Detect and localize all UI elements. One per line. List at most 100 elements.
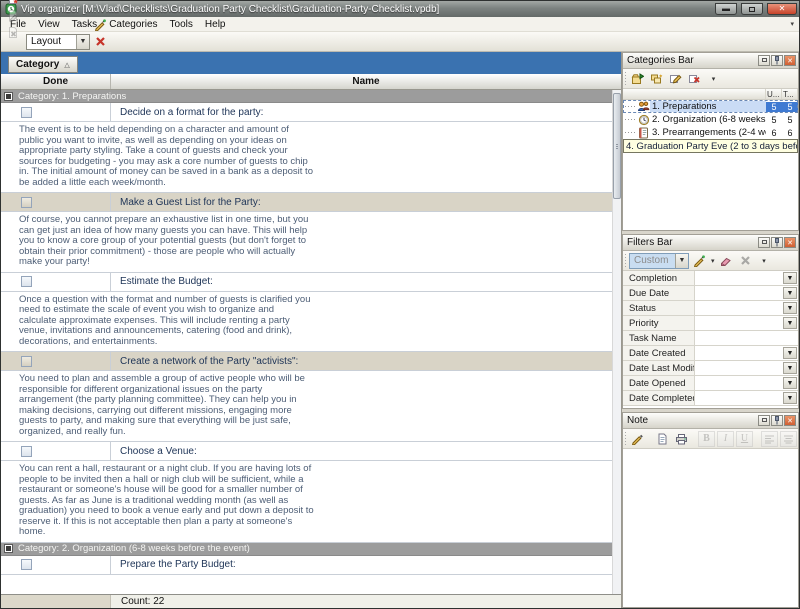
task-row[interactable]: Choose a Venue: [1, 442, 621, 461]
categories-close-icon[interactable]: ✕ [784, 55, 796, 66]
category-label: 2. Organization (6-8 weeks before the [650, 114, 766, 125]
filter-value-field[interactable] [695, 391, 782, 405]
filters-float-button[interactable] [758, 237, 770, 248]
filter-dropdown-button[interactable]: ▼ [783, 272, 797, 284]
done-checkbox[interactable] [21, 107, 32, 118]
note-close-icon[interactable]: ✕ [784, 415, 796, 426]
layout-combo[interactable]: Layout ▼ [26, 34, 90, 50]
filter-value-field[interactable] [695, 316, 782, 330]
categories-total-column[interactable]: T... [782, 89, 798, 99]
edit-layout-button[interactable] [91, 16, 109, 33]
italic-button[interactable]: I [717, 431, 734, 447]
categories-undone-column[interactable]: U... [766, 89, 782, 99]
edit-category-button[interactable] [667, 71, 684, 87]
collapse-icon[interactable] [4, 92, 13, 101]
filter-label: Task Name [623, 331, 695, 345]
filter-dropdown-button[interactable]: ▼ [783, 317, 797, 329]
apply-filter-button[interactable] [691, 253, 708, 269]
filter-dropdown-button[interactable]: ▼ [783, 287, 797, 299]
filter-value-field[interactable] [695, 271, 782, 285]
minimize-button[interactable]: ▬ [715, 3, 737, 15]
category-item[interactable]: 1. Preparations55 [623, 100, 798, 113]
menu-tools[interactable]: Tools [164, 17, 199, 31]
filter-value-field[interactable] [695, 346, 782, 360]
clear-filter-button[interactable] [718, 253, 735, 269]
bold-button[interactable]: B [698, 431, 715, 447]
filter-preset-arrow-icon[interactable]: ▼ [675, 254, 688, 268]
pencil-icon [631, 432, 644, 445]
done-checkbox[interactable] [21, 356, 32, 367]
edit-task-button[interactable] [4, 7, 22, 24]
filter-dropdown-button[interactable]: ▼ [783, 347, 797, 359]
delete-filter-button[interactable] [737, 253, 754, 269]
filters-overflow-button[interactable]: ▾ [756, 253, 773, 269]
filters-close-icon[interactable]: ✕ [784, 237, 796, 248]
filter-value-field[interactable] [695, 286, 782, 300]
group-row[interactable]: Category: 2. Organization (6-8 weeks bef… [1, 543, 621, 556]
new-subcategory-button[interactable] [648, 71, 665, 87]
note-pin-icon[interactable] [771, 415, 783, 426]
delete-layout-button[interactable] [91, 33, 109, 50]
column-header-name[interactable]: Name [111, 74, 621, 89]
filter-row: Date Created▼ [623, 346, 798, 361]
filter-dropdown-button[interactable]: ▼ [783, 377, 797, 389]
close-button[interactable]: ✕ [767, 3, 797, 15]
categories-overflow-button[interactable]: ▾ [705, 71, 722, 87]
group-row[interactable]: Category: 1. Preparations [1, 90, 621, 103]
task-name: Choose a Venue: [111, 442, 621, 460]
note-editor[interactable] [623, 449, 798, 607]
filter-value-field[interactable] [695, 331, 798, 345]
group-by-field[interactable]: Category △ [8, 56, 78, 73]
new-note-button[interactable] [654, 431, 671, 447]
menu-help[interactable]: Help [199, 17, 232, 31]
categories-name-column[interactable] [623, 89, 766, 99]
column-header-done[interactable]: Done [1, 74, 111, 89]
align-left-icon [764, 434, 775, 444]
scrollbar-thumb[interactable] [613, 93, 621, 199]
filters-bar-title: Filters Bar [627, 237, 757, 248]
layout-combo-arrow-icon[interactable]: ▼ [76, 35, 89, 49]
filter-preset-combo[interactable]: Custom ▼ [629, 253, 689, 269]
task-row[interactable]: Create a network of the Party "activists… [1, 352, 621, 371]
categories-float-button[interactable] [758, 55, 770, 66]
done-checkbox[interactable] [21, 276, 32, 287]
align-center-icon [783, 434, 794, 444]
category-undone-count: 6 [766, 128, 782, 138]
filter-value-field[interactable] [695, 376, 782, 390]
category-item[interactable]: 3. Prearrangements (2-4 weeks before66 [623, 126, 798, 139]
delete-task-button[interactable] [4, 24, 22, 41]
filter-dropdown-button[interactable]: ▼ [783, 302, 797, 314]
collapse-icon[interactable] [4, 544, 13, 553]
print-note-button[interactable] [673, 431, 690, 447]
maximize-button[interactable] [741, 3, 763, 15]
apply-filter-dropdown-icon[interactable]: ▾ [710, 257, 716, 265]
task-row[interactable]: Make a Guest List for the Party: [1, 193, 621, 212]
delete-category-button[interactable] [686, 71, 703, 87]
new-category-button[interactable] [629, 71, 646, 87]
task-row[interactable]: Estimate the Budget: [1, 273, 621, 292]
task-row[interactable]: Decide on a format for the party: [1, 103, 621, 122]
align-left-button[interactable] [761, 431, 778, 447]
filters-pin-icon[interactable] [771, 237, 783, 248]
menu-overflow-icon[interactable]: ▾ [790, 20, 799, 28]
filter-value-field[interactable] [695, 301, 782, 315]
filter-dropdown-button[interactable]: ▼ [783, 392, 797, 404]
delete-x-icon [95, 36, 106, 47]
filter-value-field[interactable] [695, 361, 782, 375]
categories-pin-icon[interactable] [771, 55, 783, 66]
done-checkbox[interactable] [21, 197, 32, 208]
menu-categories[interactable]: Categories [103, 17, 163, 31]
task-row[interactable]: Prepare the Party Budget: [1, 556, 621, 575]
underline-button[interactable]: U [736, 431, 753, 447]
category-item[interactable]: 2. Organization (6-8 weeks before the55 [623, 113, 798, 126]
vertical-scrollbar[interactable] [612, 90, 621, 594]
list-footer: Count: 22 [1, 594, 621, 608]
done-checkbox[interactable] [21, 446, 32, 457]
note-float-button[interactable] [758, 415, 770, 426]
filter-dropdown-button[interactable]: ▼ [783, 362, 797, 374]
done-checkbox[interactable] [21, 559, 32, 570]
edit-note-button[interactable] [629, 431, 646, 447]
align-center-button[interactable] [780, 431, 797, 447]
footer-done-cell [1, 595, 111, 608]
menu-view[interactable]: View [32, 17, 66, 31]
